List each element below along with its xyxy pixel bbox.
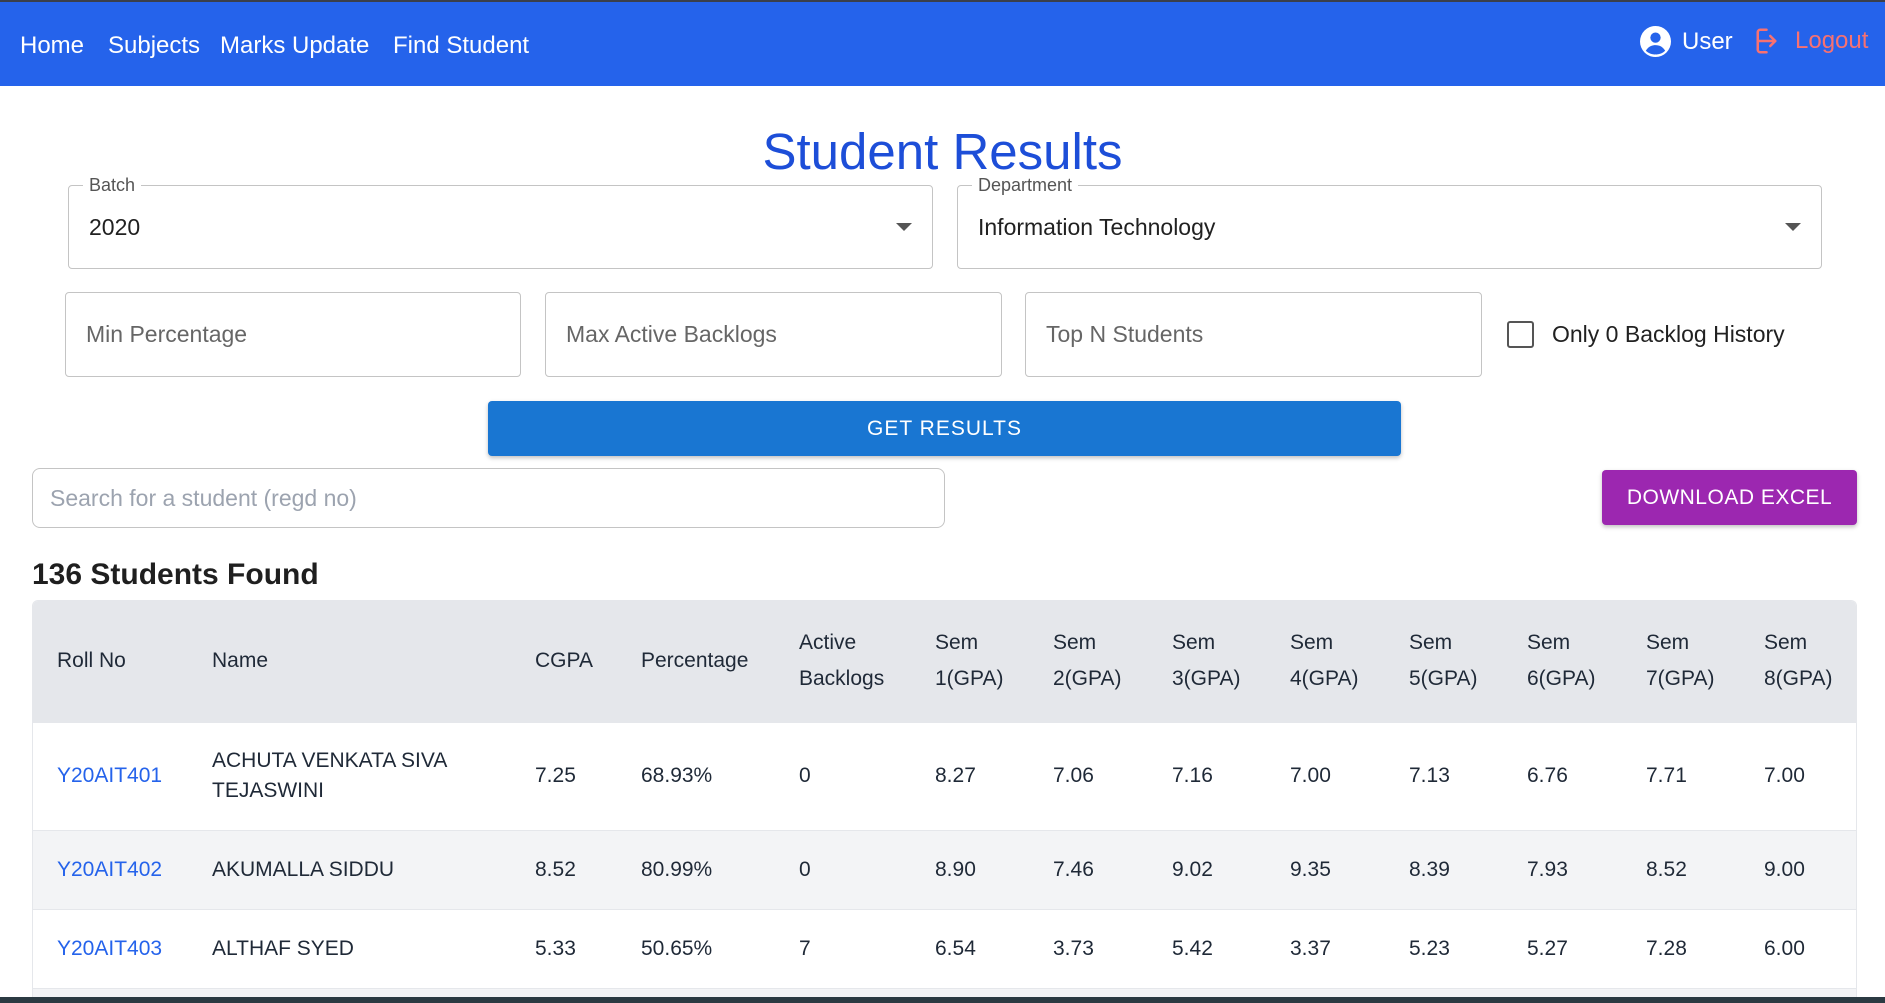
account-circle-icon bbox=[1640, 26, 1671, 57]
nav-find-student-link[interactable]: Find Student bbox=[393, 32, 529, 60]
table-row: Y20AIT401 ACHUTA VENKATA SIVA TEJASWINI … bbox=[33, 722, 1856, 830]
top-navbar: Home Subjects Marks Update Find Student … bbox=[0, 2, 1885, 86]
sem-gpa-cell: 5.42 bbox=[1148, 909, 1266, 988]
sem-gpa-cell: 5.23 bbox=[1385, 909, 1503, 988]
sem-gpa-cell: 9.00 bbox=[1740, 830, 1856, 909]
user-menu[interactable]: User bbox=[1640, 26, 1733, 57]
column-header: CGPA bbox=[511, 601, 617, 722]
student-roll-link[interactable]: Y20AIT402 bbox=[57, 858, 162, 881]
cgpa-cell: 5.33 bbox=[511, 909, 617, 988]
column-header: Name bbox=[188, 601, 511, 722]
max-active-backlogs-input[interactable] bbox=[545, 292, 1002, 377]
sem-gpa-cell: 3.37 bbox=[1266, 909, 1385, 988]
get-results-button[interactable]: GET RESULTS bbox=[488, 401, 1401, 456]
sem-gpa-cell: 7.28 bbox=[1622, 909, 1740, 988]
cgpa-cell: 8.52 bbox=[511, 830, 617, 909]
sem-gpa-cell: 9.02 bbox=[1148, 830, 1266, 909]
sem-gpa-cell: 8.52 bbox=[1622, 830, 1740, 909]
name-cell: ALTHAF SYED bbox=[188, 909, 511, 988]
department-value: Information Technology bbox=[978, 214, 1216, 240]
page-title: Student Results bbox=[762, 123, 1123, 180]
sem-gpa-cell: 8.90 bbox=[911, 830, 1029, 909]
arrow-drop-down-icon bbox=[896, 223, 912, 231]
column-header: Sem 8(GPA) bbox=[1740, 601, 1856, 722]
zero-backlog-label: Only 0 Backlog History bbox=[1552, 321, 1785, 347]
column-header: Active Backlogs bbox=[775, 601, 911, 722]
table-header-row: Roll No Name CGPA Percentage Active Back… bbox=[33, 601, 1856, 722]
sem-gpa-cell: 8.27 bbox=[911, 722, 1029, 830]
table-row: Y20AIT402 AKUMALLA SIDDU 8.52 80.99% 0 8… bbox=[33, 830, 1856, 909]
active-backlogs-cell: 7 bbox=[775, 909, 911, 988]
roll-no-cell: Y20AIT403 bbox=[33, 909, 188, 988]
active-backlogs-cell: 0 bbox=[775, 722, 911, 830]
zero-backlog-checkbox[interactable] bbox=[1507, 321, 1534, 348]
roll-no-cell: Y20AIT401 bbox=[33, 722, 188, 830]
nav-home-link[interactable]: Home bbox=[20, 32, 84, 60]
sem-gpa-cell: 7.13 bbox=[1385, 722, 1503, 830]
logout-label: Logout bbox=[1795, 27, 1869, 54]
logout-icon bbox=[1754, 26, 1784, 56]
arrow-drop-down-icon bbox=[1785, 223, 1801, 231]
sem-gpa-cell: 7.93 bbox=[1503, 830, 1622, 909]
sem-gpa-cell: 7.00 bbox=[1740, 722, 1856, 830]
name-cell: AKUMALLA SIDDU bbox=[188, 830, 511, 909]
cgpa-cell: 7.25 bbox=[511, 722, 617, 830]
batch-label: Batch bbox=[83, 175, 142, 196]
sem-gpa-cell: 7.46 bbox=[1029, 830, 1148, 909]
sem-gpa-cell: 5.27 bbox=[1503, 909, 1622, 988]
sem-gpa-cell: 7.06 bbox=[1029, 722, 1148, 830]
department-select[interactable]: Department Information Technology bbox=[957, 175, 1822, 269]
top-n-students-input[interactable] bbox=[1025, 292, 1482, 377]
percentage-cell: 80.99% bbox=[617, 830, 775, 909]
table-row: Y20AIT403 ALTHAF SYED 5.33 50.65% 7 6.54… bbox=[33, 909, 1856, 988]
percentage-cell: 50.65% bbox=[617, 909, 775, 988]
sem-gpa-cell: 6.54 bbox=[911, 909, 1029, 988]
column-header: Sem 4(GPA) bbox=[1266, 601, 1385, 722]
sem-gpa-cell: 3.73 bbox=[1029, 909, 1148, 988]
department-label: Department bbox=[972, 175, 1079, 196]
results-table: Roll No Name CGPA Percentage Active Back… bbox=[33, 601, 1856, 1003]
column-header: Sem 1(GPA) bbox=[911, 601, 1029, 722]
min-percentage-input[interactable] bbox=[65, 292, 521, 377]
sem-gpa-cell: 7.71 bbox=[1622, 722, 1740, 830]
column-header: Sem 5(GPA) bbox=[1385, 601, 1503, 722]
student-search-input[interactable] bbox=[32, 468, 945, 528]
download-excel-button[interactable]: DOWNLOAD EXCEL bbox=[1602, 470, 1857, 525]
sem-gpa-cell: 8.39 bbox=[1385, 830, 1503, 909]
batch-value: 2020 bbox=[89, 214, 141, 240]
column-header: Sem 6(GPA) bbox=[1503, 601, 1622, 722]
zero-backlog-checkbox-group[interactable]: Only 0 Backlog History bbox=[1507, 321, 1785, 348]
logout-button[interactable]: Logout bbox=[1754, 26, 1868, 56]
roll-no-cell: Y20AIT402 bbox=[33, 830, 188, 909]
name-cell: ACHUTA VENKATA SIVA TEJASWINI bbox=[188, 722, 511, 830]
active-backlogs-cell: 0 bbox=[775, 830, 911, 909]
nav-subjects-link[interactable]: Subjects bbox=[108, 32, 200, 60]
student-roll-link[interactable]: Y20AIT403 bbox=[57, 937, 162, 960]
sem-gpa-cell: 6.00 bbox=[1740, 909, 1856, 988]
user-label: User bbox=[1682, 27, 1733, 55]
sem-gpa-cell: 7.00 bbox=[1266, 722, 1385, 830]
column-header: Sem 7(GPA) bbox=[1622, 601, 1740, 722]
column-header: Roll No bbox=[33, 601, 188, 722]
column-header: Percentage bbox=[617, 601, 775, 722]
students-found-count: 136 Students Found bbox=[32, 558, 319, 591]
column-header: Sem 2(GPA) bbox=[1029, 601, 1148, 722]
sem-gpa-cell: 9.35 bbox=[1266, 830, 1385, 909]
column-header: Sem 3(GPA) bbox=[1148, 601, 1266, 722]
sem-gpa-cell: 6.76 bbox=[1503, 722, 1622, 830]
batch-select[interactable]: Batch 2020 bbox=[68, 175, 933, 269]
nav-marks-update-link[interactable]: Marks Update bbox=[220, 32, 369, 60]
window-bottom-bar bbox=[0, 997, 1885, 1003]
results-table-container[interactable]: Roll No Name CGPA Percentage Active Back… bbox=[32, 600, 1857, 1003]
sem-gpa-cell: 7.16 bbox=[1148, 722, 1266, 830]
student-roll-link[interactable]: Y20AIT401 bbox=[57, 764, 162, 787]
percentage-cell: 68.93% bbox=[617, 722, 775, 830]
